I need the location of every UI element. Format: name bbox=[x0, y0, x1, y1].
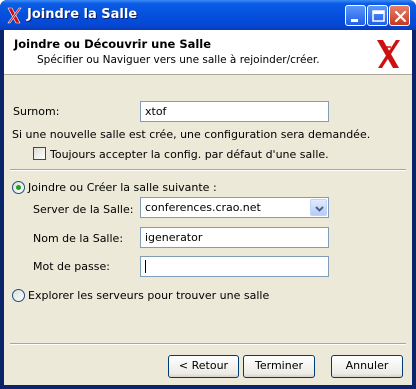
default-config-label[interactable]: Toujours accepter la config. par défaut … bbox=[50, 148, 329, 161]
app-logo-icon bbox=[7, 7, 22, 24]
room-name-field[interactable]: igenerator bbox=[140, 227, 329, 248]
separator bbox=[10, 343, 406, 345]
minimize-button[interactable] bbox=[345, 5, 366, 26]
minimize-icon bbox=[351, 19, 358, 22]
app-logo-icon bbox=[377, 40, 400, 68]
server-select[interactable]: conferences.crao.net bbox=[140, 197, 329, 218]
server-dropdown-button[interactable] bbox=[310, 199, 327, 216]
join-room-radio[interactable] bbox=[12, 181, 25, 194]
nickname-label: Surnom: bbox=[13, 105, 60, 118]
back-button[interactable]: < Retour bbox=[168, 355, 239, 378]
close-icon bbox=[394, 10, 407, 23]
header-title: Joindre ou Découvrir une Salle bbox=[14, 37, 212, 51]
nickname-field[interactable]: xtof bbox=[140, 101, 329, 122]
window-title: Joindre la Salle bbox=[27, 7, 138, 22]
text-caret bbox=[145, 260, 146, 273]
password-field[interactable] bbox=[140, 256, 329, 277]
browse-servers-radio[interactable] bbox=[12, 289, 25, 302]
server-value: conferences.crao.net bbox=[145, 201, 261, 214]
default-config-checkbox[interactable] bbox=[33, 147, 46, 160]
maximize-button[interactable] bbox=[367, 5, 388, 26]
cancel-button[interactable]: Annuler bbox=[331, 355, 403, 378]
join-room-label[interactable]: Joindre ou Créer la salle suivante : bbox=[28, 181, 217, 194]
finish-button[interactable]: Terminer bbox=[243, 355, 315, 378]
chevron-down-icon bbox=[315, 206, 324, 212]
info-text: Si une nouvelle salle est crée, une conf… bbox=[12, 128, 371, 141]
close-button[interactable] bbox=[389, 5, 410, 26]
dialog-body: Joindre ou Découvrir une Salle Spécifier… bbox=[4, 30, 412, 385]
password-label: Mot de passe: bbox=[33, 260, 110, 273]
separator bbox=[10, 169, 406, 171]
header-subtitle: Spécifier ou Naviguer vers une salle à r… bbox=[37, 54, 320, 66]
room-name-value: igenerator bbox=[145, 231, 203, 244]
nickname-value: xtof bbox=[145, 105, 167, 118]
radio-selected-dot bbox=[16, 185, 21, 190]
dialog-window: Joindre la Salle Joindre ou Découvrir un… bbox=[0, 0, 416, 389]
wizard-header: Joindre ou Découvrir une Salle Spécifier… bbox=[4, 30, 412, 75]
title-bar[interactable]: Joindre la Salle bbox=[0, 0, 416, 30]
room-name-label: Nom de la Salle: bbox=[33, 232, 124, 245]
server-label: Server de la Salle: bbox=[33, 203, 134, 216]
browse-servers-label[interactable]: Explorer les serveurs pour trouver une s… bbox=[28, 289, 269, 302]
maximize-icon bbox=[372, 10, 385, 22]
